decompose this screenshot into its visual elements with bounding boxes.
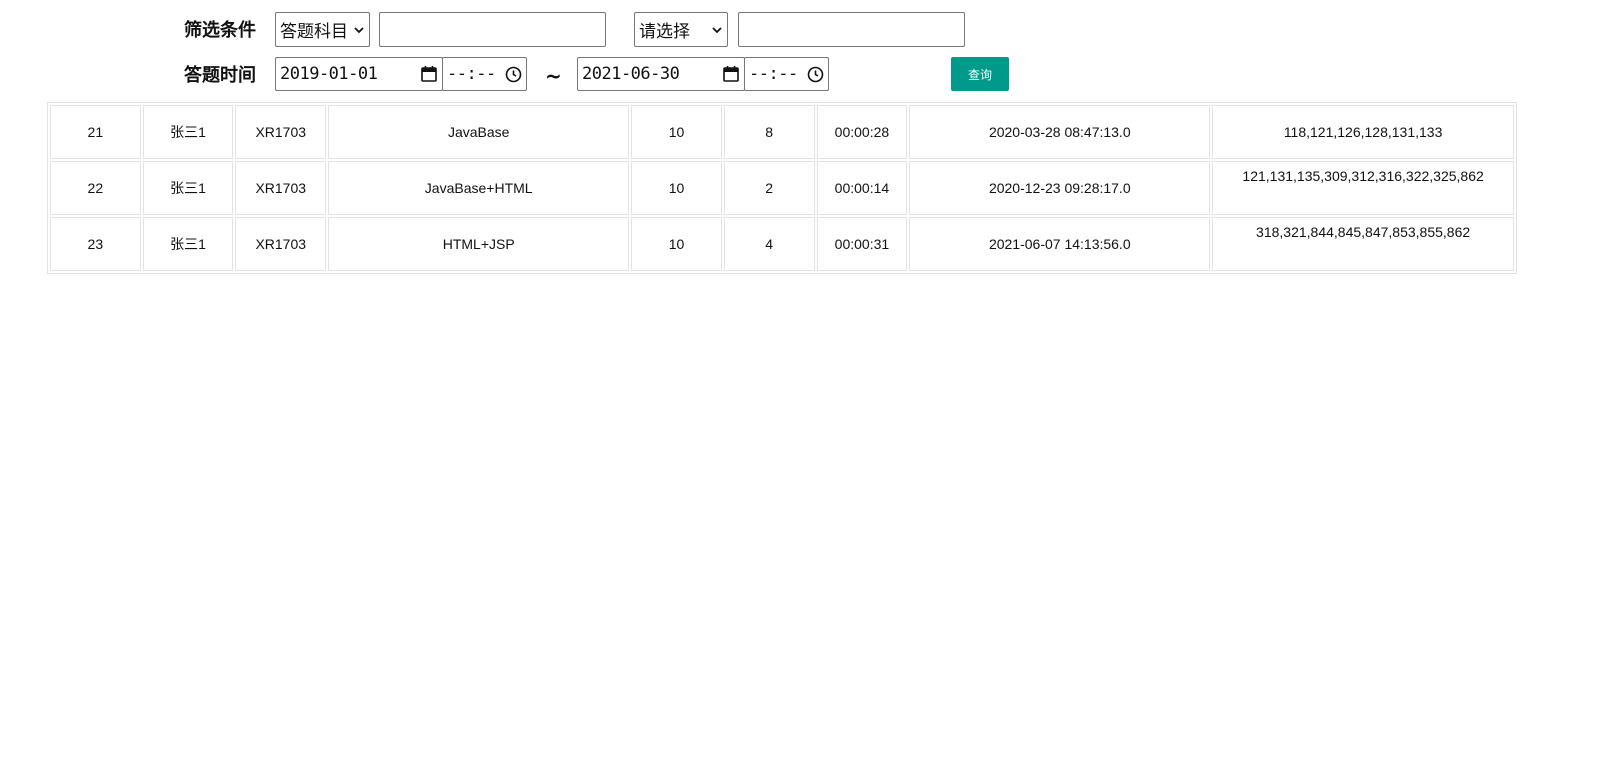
cell-duration: 00:00:14 [816,161,908,215]
start-time-input[interactable]: --:-- [442,57,527,91]
chevron-down-icon [712,26,722,33]
calendar-icon[interactable] [420,65,438,83]
cell-total: 10 [631,161,722,215]
cell-id: 22 [50,161,141,215]
query-button[interactable]: 查询 [951,57,1009,91]
cell-question-ids: 318,321,844,845,847,853,855,862 [1212,217,1514,271]
cell-duration: 00:00:28 [816,105,908,159]
start-date-input[interactable]: 2019-01-01 [275,57,443,91]
choose-input[interactable] [738,12,965,47]
cell-correct: 2 [723,161,815,215]
choose-select[interactable]: 请选择 [634,12,728,47]
cell-subject: JavaBase+HTML [328,161,630,215]
end-time-input[interactable]: --:-- [744,57,829,91]
cell-name: 张三1 [142,217,234,271]
cell-id: 23 [50,217,141,271]
end-date-input[interactable]: 2021-06-30 [577,57,745,91]
cell-class: XR1703 [235,217,327,271]
cell-class: XR1703 [235,161,327,215]
choose-select-value: 请选择 [639,22,690,42]
cell-total: 10 [631,217,722,271]
cell-total: 10 [631,105,722,159]
cell-name: 张三1 [142,161,234,215]
subject-select[interactable]: 答题科目 [275,12,370,47]
subject-select-value: 答题科目 [280,22,348,42]
results-table: 21 张三1 XR1703 JavaBase 10 8 00:00:28 202… [47,102,1517,274]
cell-subject: JavaBase [328,105,630,159]
end-date-value: 2021-06-30 [582,64,680,84]
clock-icon[interactable] [807,66,824,83]
start-date-value: 2019-01-01 [280,64,378,84]
start-time-value: --:-- [447,64,496,84]
cell-name: 张三1 [142,105,234,159]
table-row: 22 张三1 XR1703 JavaBase+HTML 10 2 00:00:1… [50,161,1514,215]
cell-correct: 8 [723,105,815,159]
cell-class: XR1703 [235,105,327,159]
cell-correct: 4 [723,217,815,271]
range-separator: ~ [545,64,562,88]
cell-question-ids: 121,131,135,309,312,316,322,325,862 [1212,161,1514,215]
table-row: 23 张三1 XR1703 HTML+JSP 10 4 00:00:31 202… [50,217,1514,271]
end-time-value: --:-- [749,64,798,84]
cell-id: 21 [50,105,141,159]
clock-icon[interactable] [505,66,522,83]
cell-datetime: 2020-12-23 09:28:17.0 [909,161,1211,215]
cell-question-ids: 118,121,126,128,131,133 [1212,105,1514,159]
filter-condition-label: 筛选条件 [184,20,256,41]
cell-duration: 00:00:31 [816,217,908,271]
subject-input[interactable] [379,12,606,47]
answer-time-label: 答题时间 [184,65,256,86]
cell-subject: HTML+JSP [328,217,630,271]
table-row: 21 张三1 XR1703 JavaBase 10 8 00:00:28 202… [50,105,1514,159]
cell-datetime: 2020-03-28 08:47:13.0 [909,105,1211,159]
cell-datetime: 2021-06-07 14:13:56.0 [909,217,1211,271]
calendar-icon[interactable] [722,65,740,83]
chevron-down-icon [354,26,364,33]
